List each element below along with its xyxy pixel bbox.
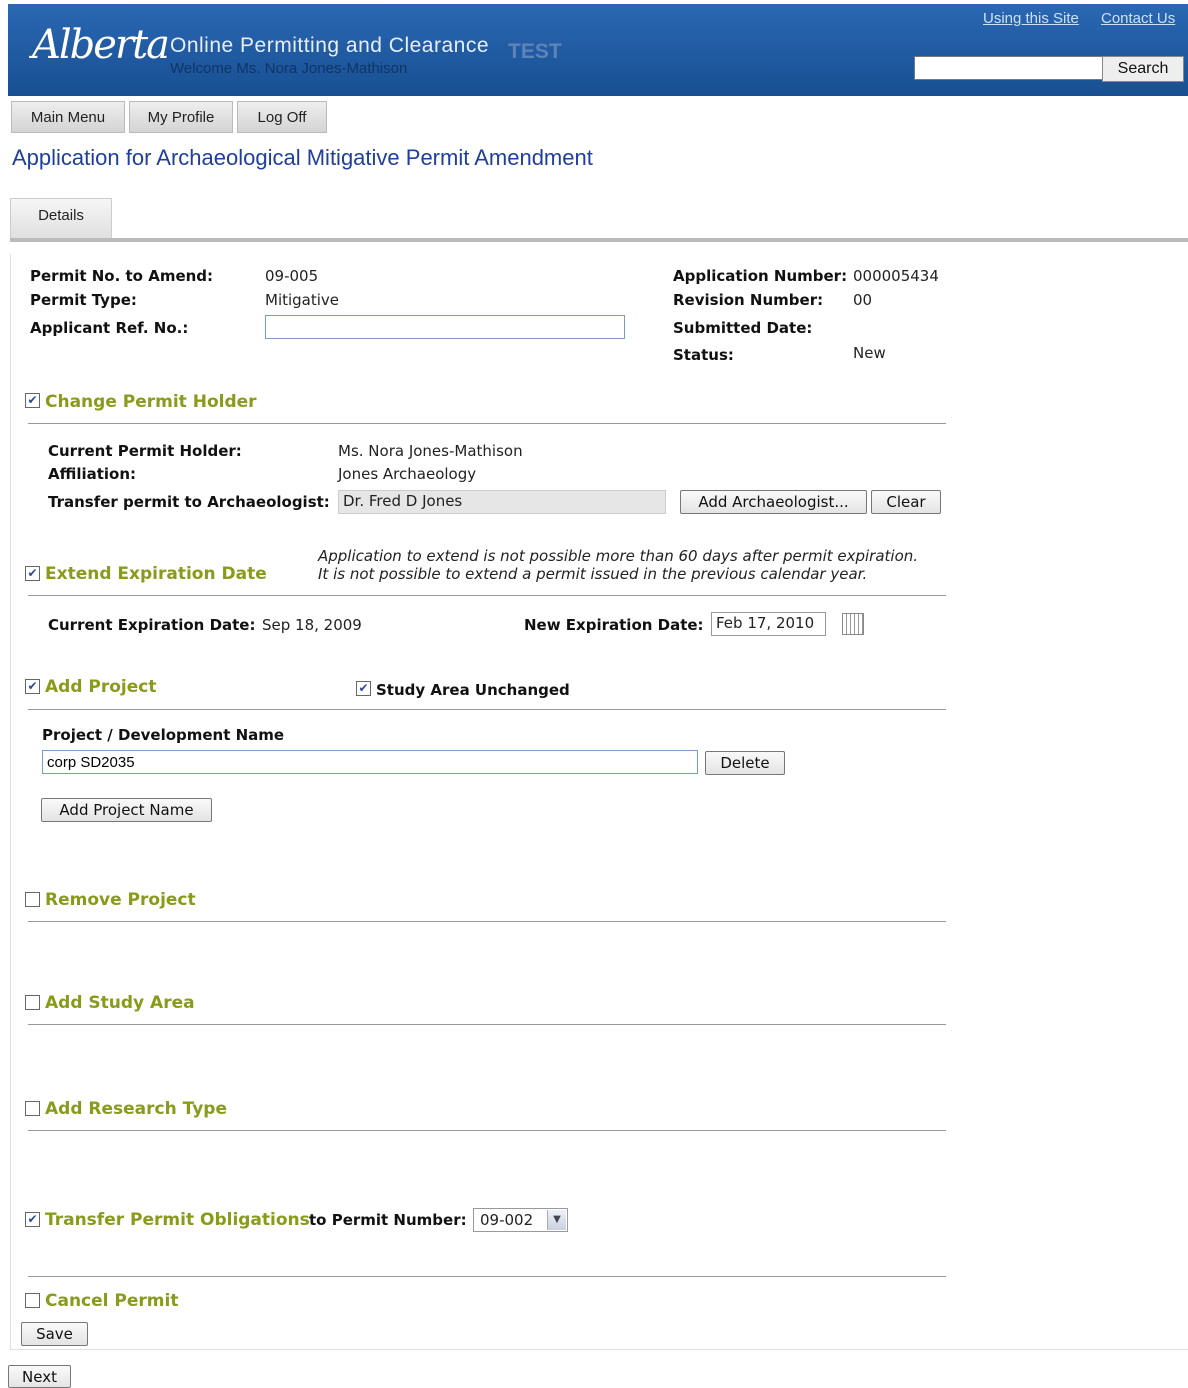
- clear-button[interactable]: Clear: [871, 490, 941, 514]
- app-title: Online Permitting and Clearance: [170, 34, 489, 57]
- add-study-area-checkbox[interactable]: [25, 995, 40, 1010]
- welcome-text: Welcome Ms. Nora Jones-Mathison: [170, 60, 408, 77]
- cancel-permit-title: Cancel Permit: [45, 1291, 179, 1311]
- permit-type-value: Mitigative: [265, 291, 340, 309]
- log-off-button[interactable]: Log Off: [237, 101, 327, 133]
- extend-note-2: It is not possible to extend a permit is…: [318, 565, 868, 583]
- section-divider: [28, 595, 946, 596]
- panel-border: [10, 254, 11, 1350]
- tab-details[interactable]: Details: [10, 198, 112, 241]
- contact-us-link[interactable]: Contact Us: [1101, 10, 1175, 27]
- current-expiration-label: Current Expiration Date:: [48, 616, 256, 634]
- section-divider: [28, 709, 946, 710]
- affiliation-label: Affiliation:: [48, 465, 137, 483]
- extend-title: Extend Expiration Date: [45, 564, 267, 584]
- affiliation-value: Jones Archaeology: [338, 465, 477, 483]
- search-input[interactable]: [914, 56, 1104, 80]
- study-area-unchanged-label: Study Area Unchanged: [376, 681, 570, 699]
- add-study-area-title: Add Study Area: [45, 993, 195, 1013]
- transfer-obligations-checkbox[interactable]: ✔: [25, 1212, 40, 1227]
- current-holder-label: Current Permit Holder:: [48, 442, 242, 460]
- remove-project-checkbox[interactable]: [25, 892, 40, 907]
- transfer-archaeologist-field: Dr. Fred D Jones: [338, 490, 666, 514]
- my-profile-button[interactable]: My Profile: [129, 101, 233, 133]
- to-permit-number-value: 09-002: [480, 1211, 534, 1229]
- tab-divider: [10, 238, 1188, 242]
- study-area-unchanged-checkbox[interactable]: ✔: [356, 681, 371, 696]
- next-button[interactable]: Next: [8, 1365, 71, 1388]
- new-expiration-label: New Expiration Date:: [524, 616, 704, 634]
- extend-note-1: Application to extend is not possible mo…: [318, 547, 919, 565]
- app-number-label: Application Number:: [673, 267, 848, 285]
- chevron-down-icon[interactable]: ▼: [547, 1210, 566, 1230]
- to-permit-number-label: to Permit Number:: [309, 1211, 467, 1229]
- delete-project-button[interactable]: Delete: [705, 751, 785, 775]
- add-project-title: Add Project: [45, 677, 157, 697]
- cancel-permit-checkbox[interactable]: [25, 1293, 40, 1308]
- transfer-archaeologist-label: Transfer permit to Archaeologist:: [48, 493, 330, 511]
- save-button[interactable]: Save: [21, 1322, 88, 1346]
- page-title: Application for Archaeological Mitigativ…: [12, 145, 593, 170]
- add-research-type-checkbox[interactable]: [25, 1101, 40, 1116]
- add-research-type-title: Add Research Type: [45, 1099, 227, 1119]
- change-holder-title: Change Permit Holder: [45, 392, 257, 412]
- permit-no-label: Permit No. to Amend:: [30, 267, 214, 285]
- section-divider: [28, 1276, 946, 1277]
- add-project-checkbox[interactable]: ✔: [25, 679, 40, 694]
- main-menu-button[interactable]: Main Menu: [11, 101, 125, 133]
- add-archaeologist-button[interactable]: Add Archaeologist...: [680, 490, 867, 514]
- search-button[interactable]: Search: [1102, 56, 1184, 82]
- project-name-label: Project / Development Name: [42, 726, 285, 744]
- permit-type-label: Permit Type:: [30, 291, 137, 309]
- section-divider: [28, 423, 946, 424]
- status-label: Status:: [673, 346, 734, 364]
- revision-value: 00: [853, 291, 873, 309]
- add-project-name-button[interactable]: Add Project Name: [41, 798, 212, 822]
- applicant-ref-input[interactable]: [265, 315, 625, 339]
- section-divider: [28, 1024, 946, 1025]
- section-divider: [28, 921, 946, 922]
- submitted-label: Submitted Date:: [673, 319, 813, 337]
- extend-checkbox[interactable]: ✔: [25, 566, 40, 581]
- permit-no-value: 09-005: [265, 267, 319, 285]
- revision-label: Revision Number:: [673, 291, 824, 309]
- applicant-ref-label: Applicant Ref. No.:: [30, 319, 189, 337]
- environment-badge: TEST: [508, 40, 562, 63]
- status-value: New: [853, 344, 886, 362]
- transfer-obligations-title: Transfer Permit Obligations: [45, 1210, 310, 1230]
- remove-project-title: Remove Project: [45, 890, 196, 910]
- calendar-icon[interactable]: [842, 613, 864, 635]
- current-expiration-value: Sep 18, 2009: [262, 616, 362, 634]
- project-name-input[interactable]: [42, 750, 698, 774]
- to-permit-number-select[interactable]: 09-002 ▼: [473, 1208, 568, 1232]
- current-holder-value: Ms. Nora Jones-Mathison: [338, 442, 523, 460]
- new-expiration-input[interactable]: Feb 17, 2010: [711, 612, 826, 636]
- app-number-value: 000005434: [853, 267, 939, 285]
- panel-border-bottom: [10, 1349, 1188, 1350]
- using-this-site-link[interactable]: Using this Site: [983, 10, 1079, 27]
- change-holder-checkbox[interactable]: ✔: [25, 393, 40, 408]
- section-divider: [28, 1130, 946, 1131]
- alberta-logo: Alberta: [32, 22, 170, 68]
